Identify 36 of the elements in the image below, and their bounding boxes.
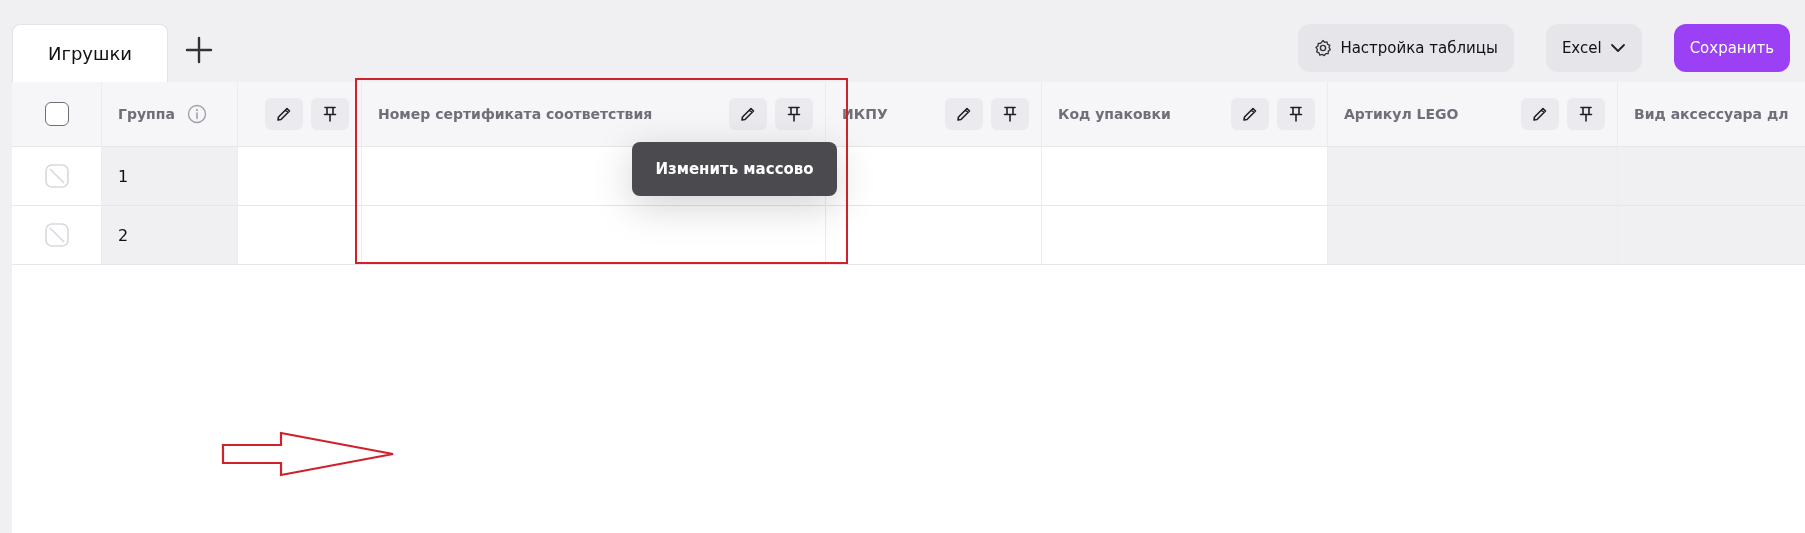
pin-button[interactable] (991, 98, 1029, 130)
group-number: 1 (118, 166, 129, 186)
tooltip: Изменить массово (632, 142, 837, 196)
column-label: Артикул LEGO (1344, 106, 1459, 122)
edit-button[interactable] (729, 98, 767, 130)
pencil-icon (1531, 105, 1549, 123)
column-label: Номер сертификата соответствия (378, 106, 653, 122)
pencil-icon (275, 105, 293, 123)
pin-button[interactable] (1567, 98, 1605, 130)
settings-button[interactable]: Настройка таблицы (1298, 24, 1514, 72)
pencil-icon (955, 105, 973, 123)
edit-button[interactable] (265, 98, 303, 130)
pin-button[interactable] (1277, 98, 1315, 130)
pin-icon (785, 105, 803, 123)
pencil-icon (739, 105, 757, 123)
tab[interactable]: Игрушки (12, 24, 168, 82)
group-number: 2 (118, 225, 129, 245)
pin-icon (321, 105, 339, 123)
pin-button[interactable] (311, 98, 349, 130)
edit-button[interactable] (1231, 98, 1269, 130)
edit-button[interactable] (1521, 98, 1559, 130)
settings-icon (1314, 39, 1333, 57)
export-dropdown[interactable]: Excel (1545, 24, 1642, 72)
edit-button[interactable] (945, 98, 983, 130)
column-label: Вид аксессуара дл (1634, 106, 1789, 122)
pin-icon (1001, 105, 1019, 123)
chevron-down-icon (1609, 41, 1626, 55)
pin-icon (1577, 105, 1595, 123)
save-button[interactable]: Сохранить (1673, 24, 1790, 72)
add-tab-icon[interactable] (184, 35, 214, 65)
select-all-checkbox[interactable] (44, 102, 69, 126)
pencil-icon (1241, 105, 1259, 123)
column-label: Группа (118, 106, 175, 122)
pin-button[interactable] (775, 98, 813, 130)
column-label: Код упаковки (1058, 106, 1171, 122)
pin-icon (1287, 105, 1305, 123)
